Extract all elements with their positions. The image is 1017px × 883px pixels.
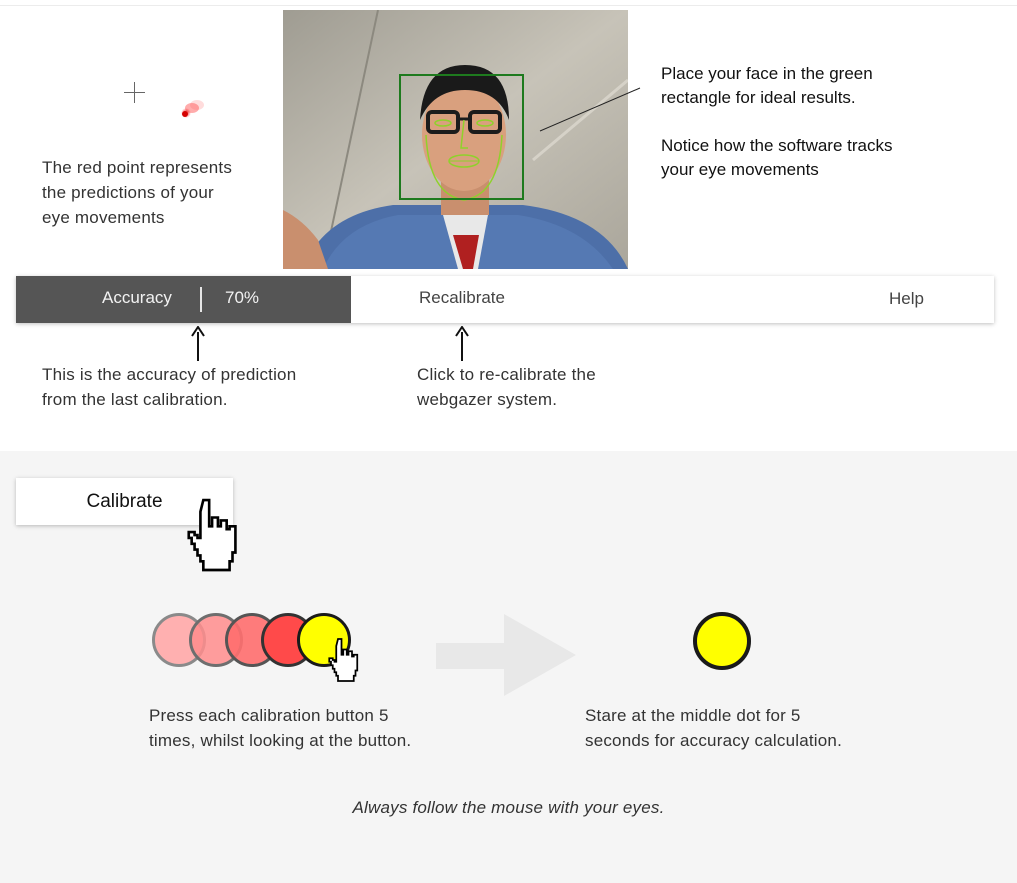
face-box-explanation: Place your face in the green rectangle f…	[661, 64, 873, 107]
tracking-explanation: Notice how the software tracks your eye …	[661, 136, 893, 179]
arrow-up-icon	[455, 326, 469, 361]
help-button[interactable]: Help	[889, 289, 924, 309]
calibration-step-2: Stare at the middle dot for 5 seconds fo…	[585, 706, 843, 750]
accuracy-explanation: This is the accuracy of prediction from …	[42, 365, 297, 409]
toolbar: Accuracy 70% Recalibrate Help	[16, 276, 994, 323]
top-divider	[0, 5, 1017, 6]
hand-pointer-icon	[187, 498, 237, 572]
accuracy-dot	[693, 612, 751, 670]
recalibrate-button[interactable]: Recalibrate	[419, 288, 505, 308]
accuracy-separator	[200, 287, 202, 312]
webcam-face-image	[283, 10, 628, 269]
footer-note: Always follow the mouse with your eyes.	[352, 798, 665, 817]
webcam-preview	[283, 10, 628, 269]
accuracy-panel: Accuracy 70%	[16, 276, 351, 323]
red-point-explanation: The red point represents the predictions…	[42, 158, 233, 227]
arrow-up-icon	[191, 326, 205, 361]
recalibrate-explanation: Click to re-calibrate the webgazer syste…	[417, 365, 596, 409]
hand-pointer-icon	[328, 638, 359, 682]
accuracy-label: Accuracy	[102, 288, 172, 307]
crosshair-icon-vertical	[134, 82, 135, 103]
calibrate-button-label: Calibrate	[86, 490, 163, 512]
gaze-prediction-point	[181, 100, 204, 118]
annotation-pointer-line	[539, 87, 641, 132]
calibration-step-1: Press each calibration button 5 times, w…	[149, 706, 412, 750]
arrow-right-icon	[436, 614, 576, 696]
accuracy-value: 70%	[225, 288, 260, 307]
